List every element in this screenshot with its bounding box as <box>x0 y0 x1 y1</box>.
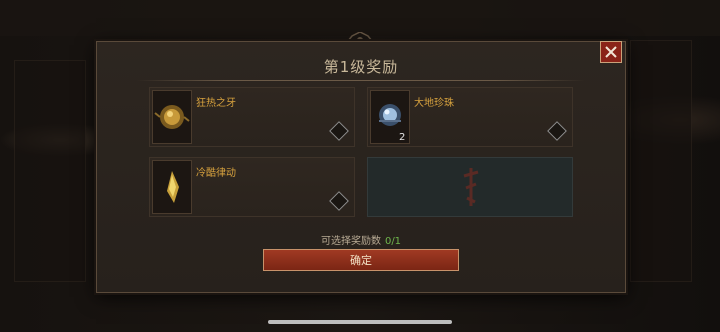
counter-value: 0/1 <box>384 236 402 247</box>
reward-name: 冷酷律动 <box>196 168 236 179</box>
counter-label: 可选择奖励数 <box>320 236 381 247</box>
reward-slot-3[interactable]: 冷酷律动 <box>149 157 355 217</box>
locked-rune-icon <box>463 168 479 206</box>
home-indicator[interactable] <box>268 320 452 324</box>
reward-slot-1[interactable]: 狂热之牙 <box>149 87 355 147</box>
select-checkbox[interactable] <box>547 121 567 141</box>
dialog-title: 第1级奖励 <box>323 58 399 76</box>
background-right-panel <box>630 40 692 282</box>
background-top-bar <box>0 0 720 36</box>
reward-name: 大地珍珠 <box>414 98 454 109</box>
close-button[interactable] <box>600 41 622 63</box>
background-left-panel <box>14 60 86 282</box>
cold-rhythm-shard-icon <box>152 160 192 214</box>
reward-slot-2[interactable]: 2 大地珍珠 <box>367 87 573 147</box>
select-checkbox[interactable] <box>329 191 349 211</box>
select-checkbox[interactable] <box>329 121 349 141</box>
reward-dialog: 第1级奖励 狂热之牙 2 大地珍珠 冷酷律动 可选择奖励数 0/1 确定 <box>96 41 626 293</box>
title-divider <box>137 80 585 81</box>
reward-slot-4-empty <box>367 157 573 217</box>
item-count: 2 <box>399 132 406 143</box>
close-icon <box>605 46 617 58</box>
reward-name: 狂热之牙 <box>196 98 236 109</box>
fang-orb-icon <box>152 90 192 144</box>
confirm-button[interactable]: 确定 <box>263 249 459 271</box>
selection-counter: 可选择奖励数 0/1 <box>97 232 625 247</box>
